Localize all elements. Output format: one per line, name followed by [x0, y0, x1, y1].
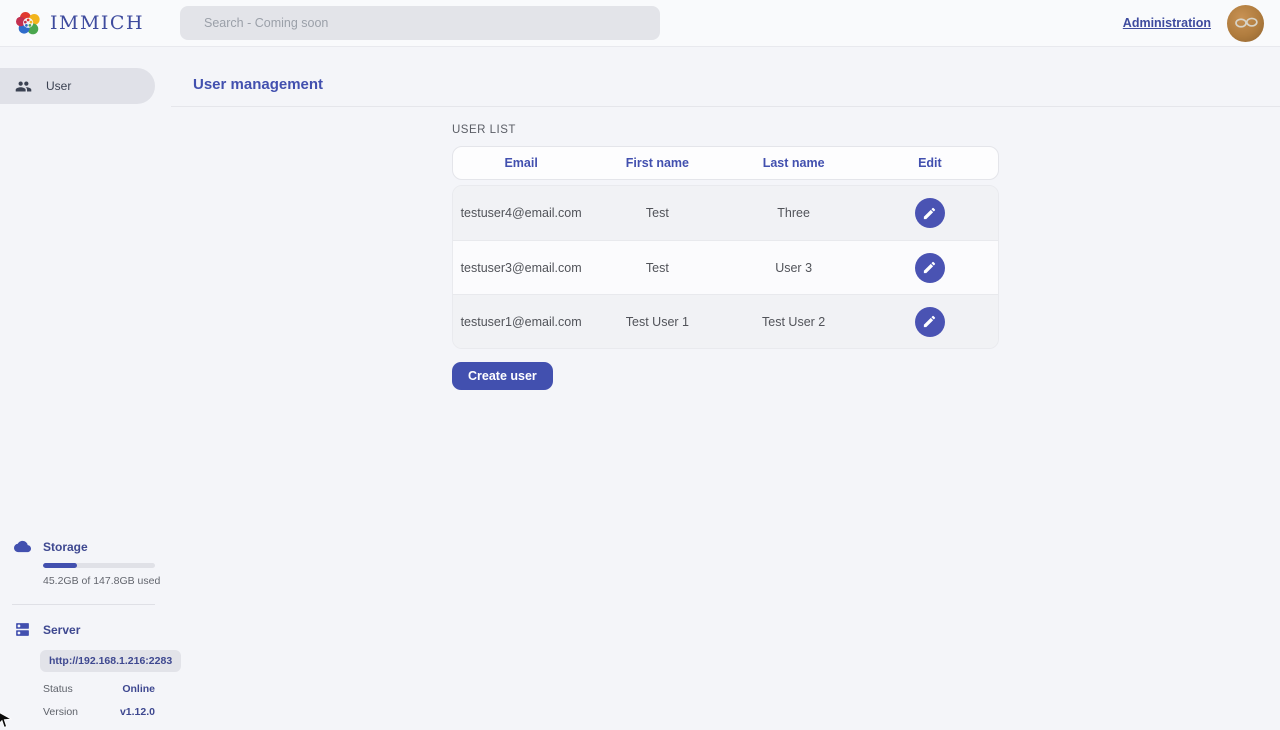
search-input[interactable]: [180, 6, 660, 40]
storage-progress-fill: [43, 563, 77, 568]
sidebar-item-user[interactable]: User: [0, 68, 155, 104]
sidebar: User Storage 45.2GB of 147.8GB used Serv…: [0, 47, 171, 730]
server-status-row: Status Online: [43, 683, 155, 695]
brand-wordmark: IMMICH: [50, 12, 144, 34]
cell-last-name: Three: [726, 206, 862, 220]
user-list-label: USER LIST: [452, 124, 999, 136]
cell-email: testuser3@email.com: [453, 261, 589, 275]
pencil-icon: [922, 260, 937, 275]
cell-email: testuser4@email.com: [453, 206, 589, 220]
cloud-icon: [14, 538, 31, 555]
top-bar: IMMICH Administration: [0, 0, 1280, 47]
main-content: User management USER LIST Email First na…: [171, 47, 1280, 730]
cell-last-name: User 3: [726, 261, 862, 275]
sidebar-item-label: User: [46, 79, 71, 93]
cell-first-name: Test: [589, 261, 725, 275]
cell-email: testuser1@email.com: [453, 315, 589, 329]
column-header-last-name: Last name: [726, 156, 862, 170]
page-header: User management: [171, 47, 1280, 107]
cell-first-name: Test User 1: [589, 315, 725, 329]
version-label: Version: [43, 706, 78, 718]
glasses-photo-icon: [1231, 8, 1261, 38]
cell-first-name: Test: [589, 206, 725, 220]
create-user-button[interactable]: Create user: [452, 362, 553, 390]
server-title: Server: [43, 623, 80, 637]
edit-user-button[interactable]: [915, 253, 945, 283]
edit-user-button[interactable]: [915, 307, 945, 337]
status-value: Online: [122, 683, 155, 695]
user-table-body: testuser4@email.com Test Three testuser3…: [452, 185, 999, 349]
cell-last-name: Test User 2: [726, 315, 862, 329]
column-header-first-name: First name: [589, 156, 725, 170]
storage-title: Storage: [43, 540, 88, 554]
status-label: Status: [43, 683, 73, 695]
table-row: testuser4@email.com Test Three: [453, 186, 998, 240]
sidebar-divider: [12, 604, 155, 605]
storage-progress-bar: [43, 563, 155, 568]
administration-link[interactable]: Administration: [1123, 16, 1211, 30]
table-row: testuser3@email.com Test User 3: [453, 240, 998, 294]
column-header-edit: Edit: [862, 156, 998, 170]
server-url-badge: http://192.168.1.216:2283: [40, 650, 181, 672]
immich-logo-icon: [16, 10, 43, 37]
column-header-email: Email: [453, 156, 589, 170]
sidebar-status-panel: Storage 45.2GB of 147.8GB used Server ht…: [0, 538, 171, 718]
page-title: User management: [193, 76, 1280, 93]
server-icon: [14, 621, 31, 638]
immich-brand: IMMICH: [16, 10, 144, 37]
table-row: testuser1@email.com Test User 1 Test Use…: [453, 294, 998, 348]
user-avatar[interactable]: [1227, 5, 1264, 42]
storage-usage-caption: 45.2GB of 147.8GB used: [43, 575, 171, 587]
server-version-row: Version v1.12.0: [43, 706, 155, 718]
pencil-icon: [922, 314, 937, 329]
version-value: v1.12.0: [120, 706, 155, 718]
mouse-cursor: [0, 710, 14, 728]
pencil-icon: [922, 206, 937, 221]
users-group-icon: [15, 78, 32, 95]
user-list-section: USER LIST Email First name Last name Edi…: [452, 124, 999, 390]
edit-user-button[interactable]: [915, 198, 945, 228]
user-table-header: Email First name Last name Edit: [452, 146, 999, 180]
